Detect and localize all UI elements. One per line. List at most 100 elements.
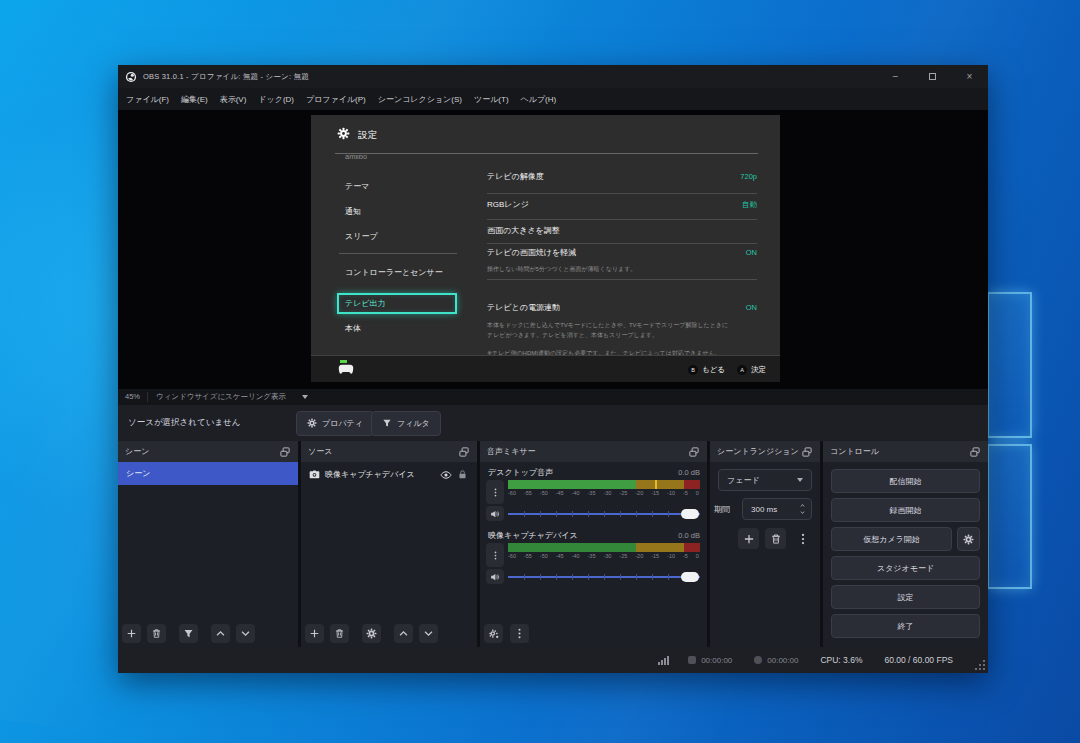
sidebar-item-console: 本体: [345, 323, 361, 334]
spin-up-icon[interactable]: [798, 503, 807, 508]
mixer-menu-button[interactable]: [510, 624, 529, 643]
sidebar-item-clipped: amiibo: [345, 155, 367, 163]
scale-mode-label[interactable]: ウィンドウサイズにスケーリング表示: [148, 392, 294, 402]
remove-transition-button[interactable]: [765, 528, 786, 549]
mute-button[interactable]: [486, 569, 504, 584]
stream-time: 00:00:00: [677, 656, 743, 665]
remove-scene-button[interactable]: [147, 624, 166, 643]
advanced-audio-button[interactable]: [484, 624, 503, 643]
source-up-button[interactable]: [394, 624, 413, 643]
wallpaper-window-pane: [987, 444, 1032, 589]
menu-edit[interactable]: 編集(E): [175, 94, 214, 105]
sidebar-item-theme: テーマ: [345, 181, 369, 192]
scene-down-button[interactable]: [236, 624, 255, 643]
capture-footer: Bもどる A決定: [311, 355, 780, 382]
studio-mode-button[interactable]: スタジオモード: [831, 556, 980, 580]
duration-spinbox[interactable]: 300 ms: [742, 498, 812, 520]
setting-row-power-sync: テレビとの電源連動ON: [487, 302, 757, 313]
capture-header-divider: [335, 153, 758, 154]
source-properties-button[interactable]: [362, 624, 381, 643]
add-scene-button[interactable]: [122, 624, 141, 643]
preview-scale-bar: 45% ウィンドウサイズにスケーリング表示: [118, 389, 988, 405]
a-button-icon: A: [737, 365, 747, 375]
exit-button[interactable]: 終了: [831, 614, 980, 638]
menu-view[interactable]: 表示(V): [214, 94, 253, 105]
setting-desc: 操作しない時間が5分つづくと画面が薄暗くなります。: [487, 264, 765, 274]
popout-icon[interactable]: [969, 446, 981, 458]
popout-icon[interactable]: [801, 446, 813, 458]
scenes-panel-header[interactable]: シーン: [118, 441, 298, 462]
filter-icon: [382, 418, 392, 428]
scale-dropdown-icon[interactable]: [302, 395, 308, 399]
resize-grip[interactable]: [975, 660, 985, 670]
menu-tools[interactable]: ツール(T): [468, 94, 515, 105]
maximize-button[interactable]: [914, 65, 951, 88]
menu-scene-collection[interactable]: シーンコレクション(S): [372, 94, 468, 105]
menu-dock[interactable]: ドック(D): [252, 94, 300, 105]
spin-down-icon[interactable]: [798, 510, 807, 515]
setting-row-screen-size: 画面の大きさを調整: [487, 225, 757, 236]
controller-icon: [338, 364, 354, 375]
sidebar-item-tv-output-selected: テレビ出力: [337, 293, 457, 314]
scale-percent[interactable]: 45%: [118, 392, 148, 402]
popout-icon[interactable]: [458, 446, 470, 458]
menu-help[interactable]: ヘルプ(H): [515, 94, 563, 105]
preview-area[interactable]: 設定 amiibo テーマ 通知 スリープ コントローラーとセンサー テレビ出力…: [118, 110, 988, 389]
ok-hint: A決定: [737, 365, 766, 375]
sidebar-item-notifications: 通知: [345, 206, 361, 217]
properties-button[interactable]: プロパティ: [296, 411, 374, 436]
volume-slider[interactable]: [508, 508, 700, 520]
scenes-panel: シーン シーン: [118, 441, 298, 647]
scene-up-button[interactable]: [211, 624, 230, 643]
channel-name: デスクトップ音声: [488, 467, 553, 478]
popout-icon[interactable]: [688, 446, 700, 458]
close-button[interactable]: ×: [951, 65, 988, 88]
transition-menu-button[interactable]: [792, 528, 813, 549]
popout-icon[interactable]: [279, 446, 291, 458]
visibility-eye-icon[interactable]: [440, 469, 452, 481]
sources-title: ソース: [308, 446, 332, 457]
source-down-button[interactable]: [419, 624, 438, 643]
no-source-message: ソースが選択されていません: [128, 417, 241, 429]
mixer-panel: 音声ミキサー デスクトップ音声 0.0 dB -60-55-50-45-40-3…: [480, 441, 707, 647]
setting-row-rgb: RGBレンジ自動: [487, 199, 757, 210]
source-list-item[interactable]: 映像キャプチャデバイス: [301, 463, 477, 486]
sources-panel-header[interactable]: ソース: [301, 441, 477, 462]
channel-menu-button[interactable]: [486, 480, 504, 504]
transition-select[interactable]: フェード: [718, 469, 812, 491]
settings-button[interactable]: 設定: [831, 585, 980, 609]
menu-file[interactable]: ファイル(F): [120, 94, 175, 105]
controller-led: [340, 360, 347, 363]
scene-filters-button[interactable]: [179, 624, 198, 643]
controls-panel: コントロール 配信開始 録画開始 仮想カメラ開始 スタジオモード 設定 終了: [823, 441, 988, 647]
channel-menu-button[interactable]: [486, 543, 504, 567]
lock-icon[interactable]: [457, 469, 468, 480]
dropdown-icon: [797, 478, 803, 482]
scene-list-item[interactable]: シーン: [118, 462, 298, 485]
filters-button[interactable]: フィルタ: [371, 411, 441, 436]
row-divider: [487, 193, 757, 194]
row-divider: [487, 219, 757, 220]
controls-panel-header[interactable]: コントロール: [823, 441, 988, 462]
mixer-panel-header[interactable]: 音声ミキサー: [480, 441, 707, 462]
menu-profile[interactable]: プロファイル(P): [300, 94, 372, 105]
virtual-camera-settings-button[interactable]: [957, 527, 980, 551]
maximize-icon: [929, 73, 936, 80]
add-source-button[interactable]: [305, 624, 324, 643]
slider-handle[interactable]: [681, 509, 699, 519]
titlebar[interactable]: OBS 31.0.1 - プロファイル: 無題 - シーン: 無題 − ×: [118, 65, 988, 88]
start-streaming-button[interactable]: 配信開始: [831, 469, 980, 493]
transitions-title: シーントランジション: [717, 446, 799, 457]
start-virtual-camera-button[interactable]: 仮想カメラ開始: [831, 527, 952, 551]
minimize-button[interactable]: −: [877, 65, 914, 88]
transitions-panel-header[interactable]: シーントランジション: [710, 441, 820, 462]
mute-button[interactable]: [486, 506, 504, 521]
mixer-channel-desktop-audio: デスクトップ音声 0.0 dB -60-55-50-45-40-35-30-25…: [486, 466, 700, 521]
record-time: 00:00:00: [743, 656, 809, 665]
volume-slider[interactable]: [508, 571, 700, 583]
remove-source-button[interactable]: [330, 624, 349, 643]
slider-handle[interactable]: [681, 572, 699, 582]
start-recording-button[interactable]: 録画開始: [831, 498, 980, 522]
add-transition-button[interactable]: [738, 528, 759, 549]
dock-area: シーン シーン ソース 映像キャプチャデバイス: [118, 441, 988, 647]
